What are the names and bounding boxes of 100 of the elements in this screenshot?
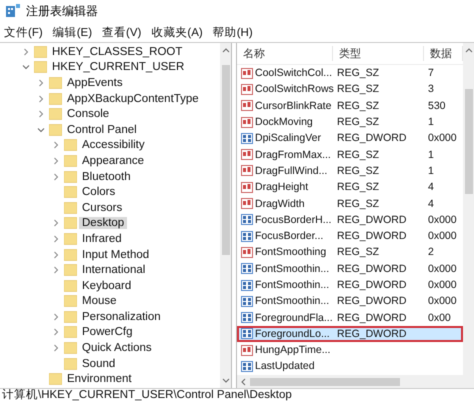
table-cell-text: REG_SZ — [336, 67, 380, 80]
tree-item[interactable]: Environment — [64, 373, 135, 386]
table-cell-text: REG_SZ — [336, 246, 380, 258]
folder-icon — [49, 76, 62, 89]
table-cell-text: REG_DWORD — [336, 295, 408, 308]
binary-value-icon — [241, 230, 253, 242]
table-cell-text: REG_SZ — [336, 198, 380, 210]
table-row[interactable]: FontSmoothing REG_SZ 2 — [237, 244, 463, 261]
tree-item[interactable]: Keyboard — [79, 280, 134, 292]
menu-item[interactable]: 文件(F) — [4, 24, 43, 40]
tree-item[interactable]: Input Method — [79, 248, 152, 261]
scroll-thumb[interactable] — [250, 378, 400, 386]
table-row[interactable]: DragFullWind... REG_SZ 1 — [237, 162, 463, 180]
scrollbar[interactable] — [220, 43, 231, 388]
table-row[interactable]: CursorBlinkRate REG_SZ 530 — [237, 98, 463, 114]
tree-item[interactable]: Appearance — [79, 154, 148, 167]
folder-icon — [64, 186, 77, 198]
table-row[interactable]: FocusBorder... REG_DWORD 0x000 — [237, 228, 463, 244]
table-row[interactable]: LastUpdated — [237, 358, 463, 375]
table-cell: ForegroundFla... — [237, 312, 333, 324]
table-cell-text: REG_DWORD — [336, 279, 408, 291]
tree-item[interactable]: PowerCfg — [79, 326, 136, 338]
tree-item[interactable]: HKEY_CLASSES_ROOT — [49, 46, 186, 58]
table-cell-text: REG_SZ — [336, 181, 380, 194]
column-header[interactable]: 名称 — [237, 46, 333, 61]
scroll-thumb[interactable] — [464, 89, 472, 194]
tree-item[interactable]: HKEY_CURRENT_USER — [49, 61, 188, 74]
table-row[interactable]: ForegroundFla... REG_DWORD 0x00 — [237, 309, 463, 326]
string-value-icon — [241, 100, 253, 112]
menu-item[interactable]: 帮助(H) — [212, 24, 253, 40]
table-cell-text: 0x000 — [427, 214, 458, 226]
tree-item[interactable]: Desktop — [79, 217, 128, 230]
table-cell: HungAppTime... — [237, 344, 333, 356]
table-row[interactable]: FontSmoothin... REG_DWORD 0x000 — [237, 293, 463, 310]
folder-icon — [64, 358, 77, 370]
menu-item[interactable]: 编辑(E) — [52, 24, 92, 40]
table-row[interactable]: DragHeight REG_SZ 4 — [237, 179, 463, 196]
scroll-down-icon[interactable] — [222, 378, 230, 384]
table-cell-text: 0x000 — [427, 295, 458, 308]
menu-item[interactable]: 收藏夹(A) — [151, 24, 203, 40]
table-cell-text: 4 — [427, 181, 435, 194]
tree-item[interactable]: Accessibility — [79, 139, 148, 152]
string-value-icon — [241, 149, 253, 160]
table-row[interactable]: DragFromMax... REG_SZ 1 — [237, 146, 463, 163]
folder-icon — [64, 170, 77, 183]
table-cell-text: REG_DWORD — [336, 328, 408, 340]
table-cell-text: 1 — [427, 116, 435, 128]
tree-item[interactable]: Bluetooth — [79, 170, 134, 183]
folder-icon — [64, 326, 77, 338]
table-cell-text: 0x000 — [427, 262, 458, 275]
scroll-left-icon[interactable] — [240, 378, 246, 386]
tree-item[interactable]: Colors — [79, 186, 118, 198]
scroll-up-icon[interactable] — [464, 47, 472, 53]
tree-item[interactable]: AppEvents — [64, 76, 126, 89]
folder-icon — [64, 154, 77, 167]
table-cell-text: REG_SZ — [336, 164, 380, 177]
table-row[interactable]: DpiScalingVer REG_DWORD 0x000 — [237, 130, 463, 146]
scroll-thumb[interactable] — [222, 65, 230, 255]
folder-icon — [49, 124, 62, 136]
scrollbar[interactable] — [237, 375, 474, 388]
scrollbar[interactable] — [463, 43, 474, 375]
folder-icon — [64, 342, 77, 354]
string-value-icon — [241, 84, 253, 95]
tree-item[interactable]: Mouse — [79, 295, 120, 308]
table-row[interactable]: HungAppTime... — [237, 342, 463, 358]
tree-item[interactable]: AppXBackupContentType — [64, 92, 202, 105]
string-value-icon — [241, 116, 253, 128]
string-value-icon — [241, 165, 253, 176]
table-cell: CoolSwitchRows — [237, 83, 333, 96]
table-cell-text: REG_DWORD — [336, 230, 408, 242]
scroll-up-icon[interactable] — [222, 47, 230, 53]
tree-item[interactable]: Sound — [79, 358, 118, 370]
tree-item[interactable]: Console — [64, 108, 112, 120]
table-row[interactable]: FontSmoothin... REG_DWORD 0x000 — [237, 276, 463, 294]
table-row[interactable]: DockMoving REG_SZ 1 — [237, 114, 463, 130]
tree-item[interactable]: Infrared — [79, 232, 125, 245]
tree-item[interactable]: Cursors — [79, 202, 126, 214]
tree-item[interactable]: International — [79, 264, 148, 276]
folder-icon — [49, 373, 62, 386]
table-cell: FocusBorder... — [237, 230, 333, 242]
folder-icon — [64, 248, 77, 261]
table-cell: CoolSwitchCol... — [237, 67, 333, 80]
binary-value-icon — [241, 360, 253, 372]
tree-item[interactable]: Control Panel — [64, 124, 140, 136]
table-row[interactable]: CoolSwitchCol... REG_SZ 7 — [237, 65, 463, 82]
table-row[interactable]: CoolSwitchRows REG_SZ 3 — [237, 81, 463, 98]
table-row[interactable]: DragWidth REG_SZ 4 — [237, 195, 463, 212]
table-row[interactable]: ForegroundLo... REG_DWORD — [237, 326, 463, 342]
table-cell: LastUpdated — [237, 360, 333, 372]
menu-item[interactable]: 查看(V) — [102, 24, 142, 40]
tree-item[interactable]: Quick Actions — [79, 342, 155, 354]
column-header[interactable]: 类型 — [333, 46, 424, 61]
table-cell-text: 7 — [427, 67, 435, 80]
tree-item[interactable]: Personalization — [79, 310, 164, 323]
table-cell: CursorBlinkRate — [237, 100, 333, 112]
string-value-icon — [241, 68, 253, 79]
table-row[interactable]: FontSmoothin... REG_DWORD 0x000 — [237, 260, 463, 277]
folder-icon — [64, 280, 77, 292]
binary-value-icon — [241, 132, 253, 144]
table-row[interactable]: FocusBorderH... REG_DWORD 0x000 — [237, 212, 463, 228]
